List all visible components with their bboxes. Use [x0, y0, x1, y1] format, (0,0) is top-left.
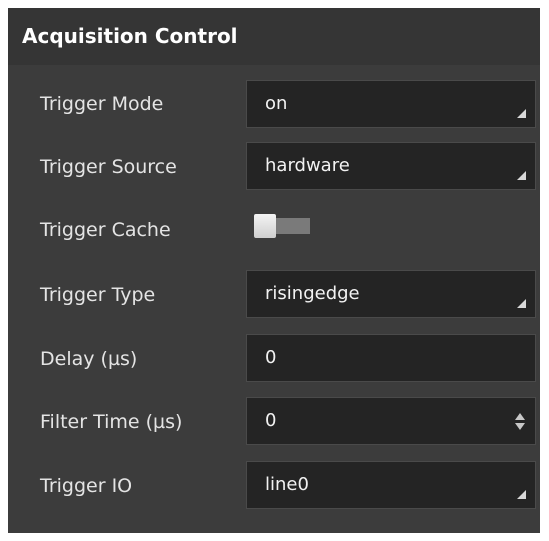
dropdown-corner-arrow-icon — [517, 171, 526, 180]
delay-value: 0 — [265, 347, 277, 368]
filter-time-label: Filter Time (µs) — [40, 411, 183, 433]
trigger-mode-value: on — [265, 93, 288, 114]
dropdown-corner-arrow-icon — [517, 299, 526, 308]
dropdown-corner-arrow-icon — [517, 490, 526, 499]
acquisition-control-panel: Acquisition Control Trigger Mode on Trig… — [8, 8, 540, 533]
dropdown-corner-arrow-icon — [517, 109, 526, 118]
trigger-source-label: Trigger Source — [40, 156, 177, 178]
trigger-source-dropdown[interactable]: hardware — [246, 142, 536, 190]
trigger-mode-label: Trigger Mode — [40, 93, 164, 115]
trigger-cache-toggle[interactable] — [254, 214, 316, 238]
trigger-cache-label: Trigger Cache — [40, 219, 171, 241]
spin-up-down-icon[interactable] — [515, 413, 525, 431]
toggle-knob — [254, 214, 276, 238]
panel-header: Acquisition Control — [8, 8, 540, 65]
delay-label: Delay (µs) — [40, 348, 138, 370]
panel-title: Acquisition Control — [22, 24, 238, 48]
spin-up-arrow-icon[interactable] — [515, 413, 525, 420]
filter-time-spinbox[interactable]: 0 — [246, 397, 536, 445]
trigger-type-label: Trigger Type — [40, 284, 156, 306]
trigger-source-value: hardware — [265, 155, 350, 176]
trigger-io-label: Trigger IO — [40, 475, 133, 497]
trigger-io-dropdown[interactable]: line0 — [246, 461, 536, 509]
trigger-mode-dropdown[interactable]: on — [246, 80, 536, 128]
delay-input[interactable]: 0 — [246, 334, 536, 382]
spin-down-arrow-icon[interactable] — [515, 423, 525, 430]
toggle-track — [274, 218, 310, 234]
trigger-type-dropdown[interactable]: risingedge — [246, 270, 536, 318]
trigger-type-value: risingedge — [265, 283, 360, 304]
filter-time-value: 0 — [265, 410, 277, 431]
trigger-io-value: line0 — [265, 474, 309, 495]
